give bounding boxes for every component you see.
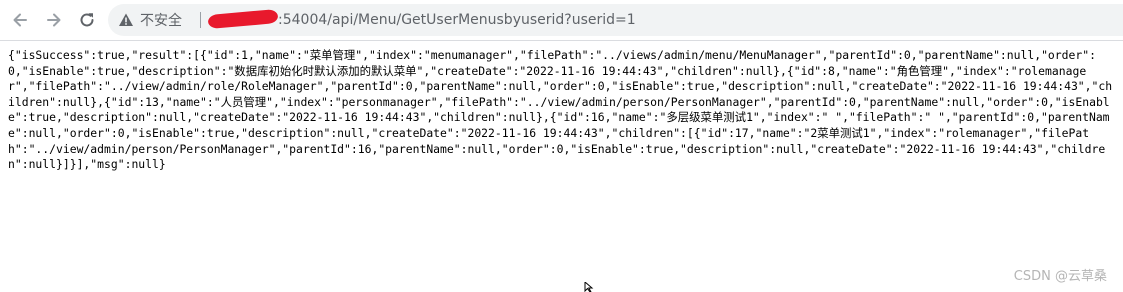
warning-icon bbox=[119, 13, 133, 26]
security-label: 不安全 bbox=[140, 13, 182, 29]
reload-icon bbox=[80, 13, 94, 27]
back-arrow-icon bbox=[13, 13, 27, 27]
security-chip[interactable]: 不安全 bbox=[118, 4, 182, 36]
url-text[interactable]: :54004/api/Menu/GetUserMenusbyuserid?use… bbox=[207, 4, 636, 36]
address-bar[interactable]: 不安全 :54004/api/Menu/GetUserMenusbyuserid… bbox=[108, 4, 1123, 36]
redaction-mark bbox=[207, 8, 279, 30]
reload-button[interactable] bbox=[75, 8, 99, 32]
back-button[interactable] bbox=[8, 8, 32, 32]
mouse-cursor-icon bbox=[584, 282, 594, 292]
url-path: /api/Menu/GetUserMenusbyuserid?userid=1 bbox=[327, 12, 636, 28]
forward-button[interactable] bbox=[42, 8, 66, 32]
forward-arrow-icon bbox=[47, 13, 61, 27]
chip-divider bbox=[200, 12, 201, 28]
browser-toolbar: 不安全 :54004/api/Menu/GetUserMenusbyuserid… bbox=[0, 0, 1123, 41]
watermark: CSDN @云草桑 bbox=[1013, 269, 1107, 284]
url-host: :54004 bbox=[278, 12, 328, 28]
json-response-body: {"isSuccess":true,"result":[{"id":1,"nam… bbox=[8, 48, 1113, 172]
